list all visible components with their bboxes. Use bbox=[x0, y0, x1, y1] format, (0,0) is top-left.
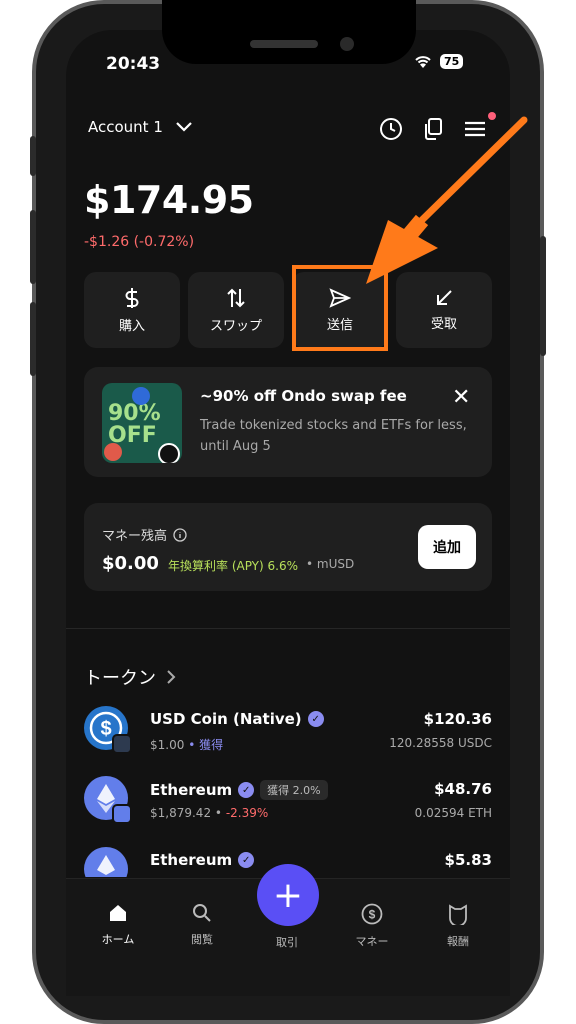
status-icons: 75 bbox=[414, 54, 464, 69]
buy-label: 購入 bbox=[118, 318, 145, 334]
token-name: Ethereum bbox=[150, 851, 233, 869]
token-row[interactable]: Ethereum ✓ 獲得 2.0% $1,879.42 • -2.39% $4… bbox=[84, 776, 492, 832]
chevron-right-icon bbox=[167, 670, 176, 684]
coin-icon bbox=[104, 443, 122, 461]
status-time: 20:43 bbox=[106, 54, 161, 74]
speaker bbox=[250, 40, 318, 48]
token-name-row: Ethereum ✓ bbox=[150, 851, 255, 869]
verified-icon: ✓ bbox=[238, 852, 255, 868]
notch bbox=[162, 0, 416, 64]
token-value: $120.36 bbox=[423, 710, 492, 728]
balance-change: -$1.26 (-0.72%) bbox=[84, 234, 195, 250]
money-label: マネー残高 bbox=[102, 529, 168, 544]
token-quantity: 120.28558 USDC bbox=[389, 736, 492, 750]
close-icon[interactable]: ✕ bbox=[452, 385, 470, 410]
token-name-row: USD Coin (Native) ✓ bbox=[150, 710, 324, 728]
buy-button[interactable]: 購入 bbox=[84, 272, 180, 348]
money-amount: $0.00 bbox=[102, 553, 159, 574]
token-quantity: 0.02594 ETH bbox=[414, 806, 492, 820]
token-value: $5.83 bbox=[444, 851, 492, 869]
phone-power-button bbox=[540, 236, 546, 356]
svg-text:$: $ bbox=[100, 718, 111, 740]
battery-indicator: 75 bbox=[440, 54, 464, 69]
swap-button[interactable]: スワップ bbox=[188, 272, 284, 348]
token-value: $48.76 bbox=[434, 780, 492, 798]
money-icon: $ bbox=[361, 903, 383, 925]
svg-text:$: $ bbox=[369, 908, 376, 922]
nav-money[interactable]: $ マネー bbox=[342, 903, 402, 949]
token-change: -2.39% bbox=[225, 806, 269, 820]
plus-icon: + bbox=[272, 874, 304, 916]
account-name: Account 1 bbox=[88, 118, 163, 136]
nav-rewards-label: 報酬 bbox=[447, 935, 469, 948]
network-badge-icon bbox=[112, 804, 132, 824]
money-apy: 年換算利率 (APY) 6.6% bbox=[168, 559, 298, 573]
tokens-heading[interactable]: トークン bbox=[84, 664, 176, 690]
promo-image: 90% OFF bbox=[102, 383, 182, 463]
trade-button[interactable]: + bbox=[257, 864, 319, 926]
receive-label: 受取 bbox=[430, 316, 457, 332]
add-money-button[interactable]: 追加 bbox=[418, 525, 476, 569]
total-balance: $174.95 bbox=[84, 178, 254, 222]
nav-browse[interactable]: 閲覧 bbox=[172, 903, 232, 947]
promo-description: Trade tokenized stocks and ETFs for less… bbox=[200, 418, 467, 454]
promo-title: ~90% off Ondo swap fee bbox=[200, 387, 407, 405]
token-sub: $1,879.42 • -2.39% bbox=[150, 806, 268, 820]
nav-home-label: ホーム bbox=[101, 933, 135, 946]
swap-icon bbox=[227, 288, 245, 307]
home-icon bbox=[110, 905, 126, 921]
earn-chip[interactable]: 獲得 2.0% bbox=[260, 780, 328, 800]
money-label-row: マネー残高 bbox=[102, 525, 187, 544]
divider bbox=[66, 628, 510, 629]
phone-side-button bbox=[30, 136, 36, 176]
money-currency: • mUSD bbox=[306, 557, 355, 571]
search-icon bbox=[193, 904, 211, 922]
phone-volume-down bbox=[30, 302, 36, 376]
nav-home[interactable]: ホーム bbox=[88, 903, 148, 947]
chevron-down-icon bbox=[176, 122, 192, 132]
token-row[interactable]: $ USD Coin (Native) ✓ $1.00 • 獲得 $120.36… bbox=[84, 706, 492, 762]
money-balance-card: マネー残高 $0.00 年換算利率 (APY) 6.6% • mUSD 追加 bbox=[84, 503, 492, 591]
annotation-arrow bbox=[366, 116, 528, 284]
ondo-icon bbox=[158, 443, 180, 463]
token-name: USD Coin (Native) bbox=[150, 710, 302, 728]
nav-money-label: マネー bbox=[355, 935, 389, 948]
token-price: $1.00 bbox=[150, 738, 185, 752]
earn-link[interactable]: • 獲得 bbox=[188, 738, 223, 752]
token-separator: • bbox=[214, 806, 222, 820]
account-selector[interactable]: Account 1 bbox=[88, 118, 193, 136]
nav-browse-label: 閲覧 bbox=[191, 933, 213, 946]
tokens-title: トークン bbox=[84, 668, 156, 689]
nav-rewards[interactable]: 報酬 bbox=[428, 903, 488, 949]
verified-icon: ✓ bbox=[238, 782, 255, 798]
camera bbox=[340, 37, 354, 51]
verified-icon: ✓ bbox=[307, 711, 324, 727]
coin-icon bbox=[132, 387, 150, 405]
swap-label: スワップ bbox=[209, 318, 262, 334]
promo-card[interactable]: 90% OFF ~90% off Ondo swap fee Trade tok… bbox=[84, 367, 492, 477]
phone-volume-up bbox=[30, 210, 36, 284]
network-badge-icon bbox=[112, 734, 132, 754]
dollar-icon bbox=[125, 287, 139, 308]
token-name: Ethereum bbox=[150, 781, 233, 799]
token-sub: $1.00 • 獲得 bbox=[150, 736, 223, 753]
nav-trade-label: 取引 bbox=[276, 936, 298, 949]
rewards-icon bbox=[449, 904, 467, 925]
token-price: $1,879.42 bbox=[150, 806, 212, 820]
info-icon[interactable] bbox=[173, 527, 187, 542]
promo-image-text: 90% OFF bbox=[108, 401, 161, 448]
token-name-row: Ethereum ✓ 獲得 2.0% bbox=[150, 780, 328, 800]
ethereum-icon bbox=[84, 847, 128, 877]
wifi-icon bbox=[415, 55, 431, 68]
